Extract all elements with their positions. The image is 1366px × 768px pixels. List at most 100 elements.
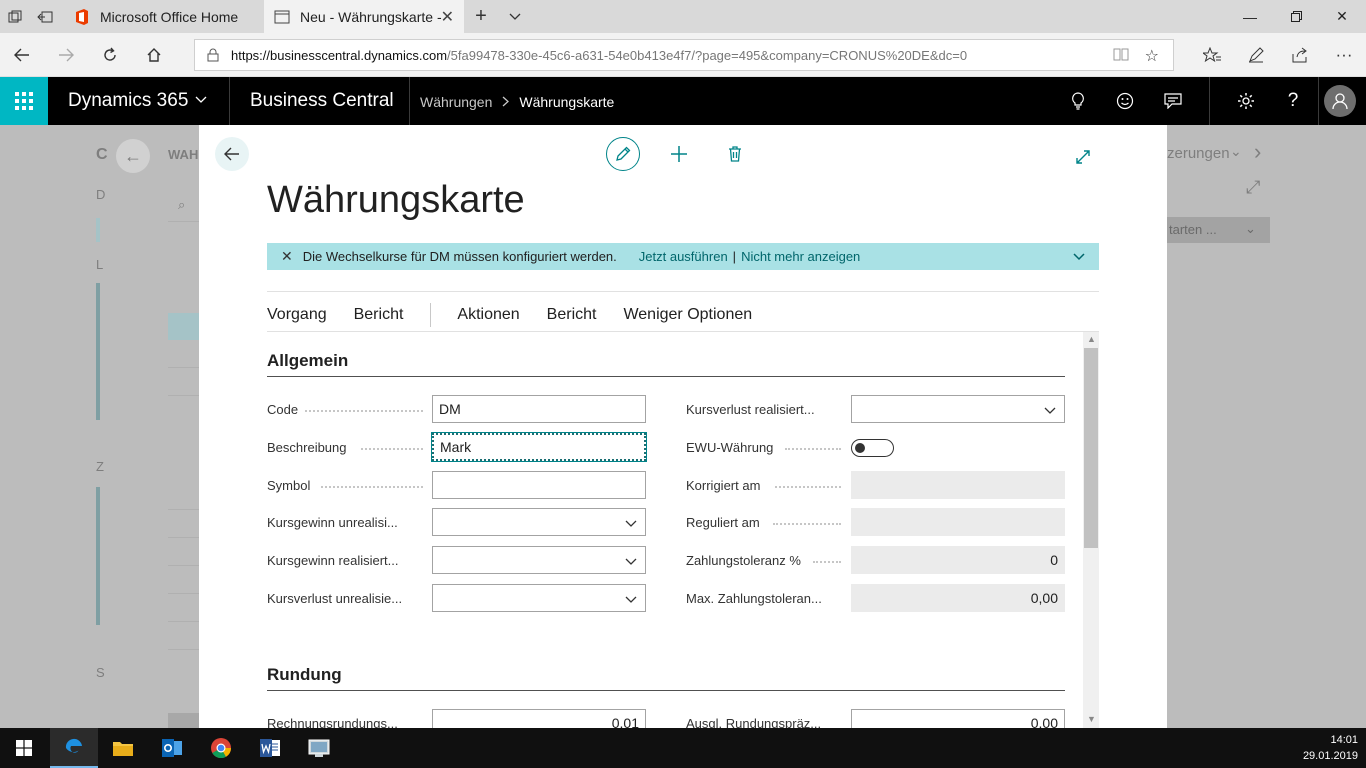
home-icon[interactable] (140, 41, 168, 69)
dotted-leader (775, 486, 841, 488)
dotted-leader (785, 448, 841, 450)
url-path: /5fa99478-330e-45c6-a631-54e0b413e4f7/?p… (447, 47, 968, 63)
back-button[interactable] (215, 137, 249, 171)
scroll-thumb[interactable] (1084, 348, 1098, 548)
action-fewer-options[interactable]: Weniger Optionen (623, 306, 752, 324)
realized-losses-select[interactable] (851, 395, 1065, 423)
tab-preview-icon[interactable] (0, 0, 30, 33)
unrealized-gains-select[interactable] (432, 508, 646, 536)
emu-currency-toggle[interactable] (851, 439, 894, 457)
edge-browser-icon[interactable] (50, 728, 98, 768)
system-app-icon[interactable] (295, 728, 343, 768)
scroll-up-icon[interactable]: ▲ (1087, 334, 1096, 344)
delete-trash-button[interactable] (723, 142, 747, 166)
expand-icon[interactable] (1071, 145, 1095, 169)
back-icon[interactable] (8, 41, 36, 69)
realized-gains-select[interactable] (432, 546, 646, 574)
chevron-down-icon[interactable] (1073, 249, 1085, 264)
product-name[interactable]: Business Central (250, 90, 394, 112)
symbol-input[interactable] (432, 471, 646, 499)
scroll-down-icon[interactable]: ▼ (1087, 714, 1096, 724)
tab-office-home[interactable]: Microsoft Office Home (64, 0, 264, 33)
max-payment-tolerance-field: 0,00 (851, 584, 1065, 612)
user-avatar[interactable] (1324, 85, 1356, 117)
background-title: WAH (168, 147, 199, 162)
dont-show-again-link[interactable]: Nicht mehr anzeigen (741, 249, 860, 264)
field-label-adjusted-on: Korrigiert am (686, 478, 761, 493)
system-clock[interactable]: 14:01 29.01.2019 (1303, 732, 1358, 764)
invoice-rounding-input[interactable]: 0,01 (432, 709, 646, 728)
forward-icon[interactable] (52, 41, 80, 69)
new-tab-button[interactable]: + (464, 0, 498, 33)
dotted-leader (361, 448, 423, 450)
dismiss-notification-icon[interactable]: ✕ (281, 248, 293, 265)
header-divider (1318, 77, 1319, 125)
dotted-leader (773, 523, 841, 525)
background-back-icon: ← (116, 139, 150, 173)
run-now-link[interactable]: Jetzt ausführen (639, 249, 728, 264)
page-title: Währungskarte (267, 179, 525, 221)
close-tab-icon[interactable]: ✕ (441, 7, 454, 27)
section-rule (267, 376, 1065, 377)
background-expand-icon: ⤢ (1246, 177, 1261, 197)
tab-label: Neu - Währungskarte - (300, 8, 442, 25)
url-field[interactable]: https://businesscentral.dynamics.com/5fa… (194, 39, 1174, 71)
field-label-settled-on: Reguliert am (686, 515, 760, 530)
appln-rounding-input[interactable]: 0,00 (851, 709, 1065, 728)
favorite-star-icon[interactable]: ☆ (1145, 46, 1159, 66)
section-rundung[interactable]: Rundung (267, 665, 342, 685)
section-rule (267, 690, 1065, 691)
background-action: zerungen (1167, 145, 1230, 162)
address-bar-row: https://businesscentral.dynamics.com/5fa… (0, 33, 1366, 77)
dotted-leader (813, 561, 841, 563)
minimize-button[interactable]: — (1227, 0, 1273, 33)
windows-start-icon[interactable] (0, 728, 48, 768)
notification-bar: ✕ Die Wechselkurse für DM müssen konfigu… (267, 243, 1099, 270)
more-menu-icon[interactable]: ··· (1332, 43, 1356, 67)
favorites-list-icon[interactable] (1200, 43, 1224, 67)
brand-dynamics-365[interactable]: Dynamics 365 (68, 90, 188, 112)
share-icon[interactable] (1288, 43, 1312, 67)
section-allgemein[interactable]: Allgemein (267, 351, 348, 371)
gear-icon[interactable] (1234, 89, 1258, 113)
action-bericht-2[interactable]: Bericht (547, 306, 597, 324)
field-label-max-payment-tolerance: Max. Zahlungstoleran... (686, 591, 822, 606)
browser-tab-bar: Microsoft Office Home Neu - Währungskart… (0, 0, 1366, 33)
tab-waehrungskarte[interactable]: Neu - Währungskarte - ✕ (264, 0, 464, 33)
breadcrumb-parent[interactable]: Währungen (420, 94, 492, 110)
help-icon[interactable]: ? (1281, 89, 1305, 113)
refresh-icon[interactable] (96, 41, 124, 69)
chat-icon[interactable] (1161, 89, 1185, 113)
clock-date: 29.01.2019 (1302, 750, 1358, 762)
app-launcher-icon[interactable] (0, 77, 48, 125)
word-icon[interactable] (246, 728, 294, 768)
brand-chevron-down-icon[interactable] (195, 92, 207, 107)
set-tabs-aside-icon[interactable] (30, 0, 60, 33)
outlook-icon[interactable] (148, 728, 196, 768)
smiley-feedback-icon[interactable] (1113, 89, 1137, 113)
chrome-icon[interactable] (197, 728, 245, 768)
edit-pencil-button[interactable] (606, 137, 640, 171)
adjusted-on-field (851, 471, 1065, 499)
description-input[interactable]: Mark (431, 432, 647, 462)
reading-view-icon[interactable] (1113, 47, 1129, 65)
file-explorer-icon[interactable] (99, 728, 147, 768)
background-chevron-down-icon: ⌄ (1230, 143, 1242, 159)
restore-button[interactable] (1273, 0, 1319, 33)
close-window-button[interactable]: ✕ (1319, 0, 1365, 33)
pen-notes-icon[interactable] (1244, 43, 1268, 67)
chevron-down-icon (1044, 402, 1056, 418)
action-aktionen[interactable]: Aktionen (457, 306, 519, 324)
action-vorgang[interactable]: Vorgang (267, 306, 327, 324)
new-button[interactable] (667, 142, 691, 166)
field-label-invoice-rounding: Rechnungsrundungs... (267, 716, 398, 728)
lightbulb-icon[interactable] (1066, 89, 1090, 113)
header-divider (229, 77, 230, 125)
content-scrollbar[interactable]: ▲ ▼ (1083, 332, 1099, 728)
unrealized-losses-select[interactable] (432, 584, 646, 612)
field-label-code: Code (267, 402, 299, 417)
breadcrumb-current: Währungskarte (519, 94, 615, 110)
code-input[interactable]: DM (432, 395, 646, 423)
action-bericht[interactable]: Bericht (354, 306, 404, 324)
tab-list-chevron-icon[interactable] (498, 0, 532, 33)
